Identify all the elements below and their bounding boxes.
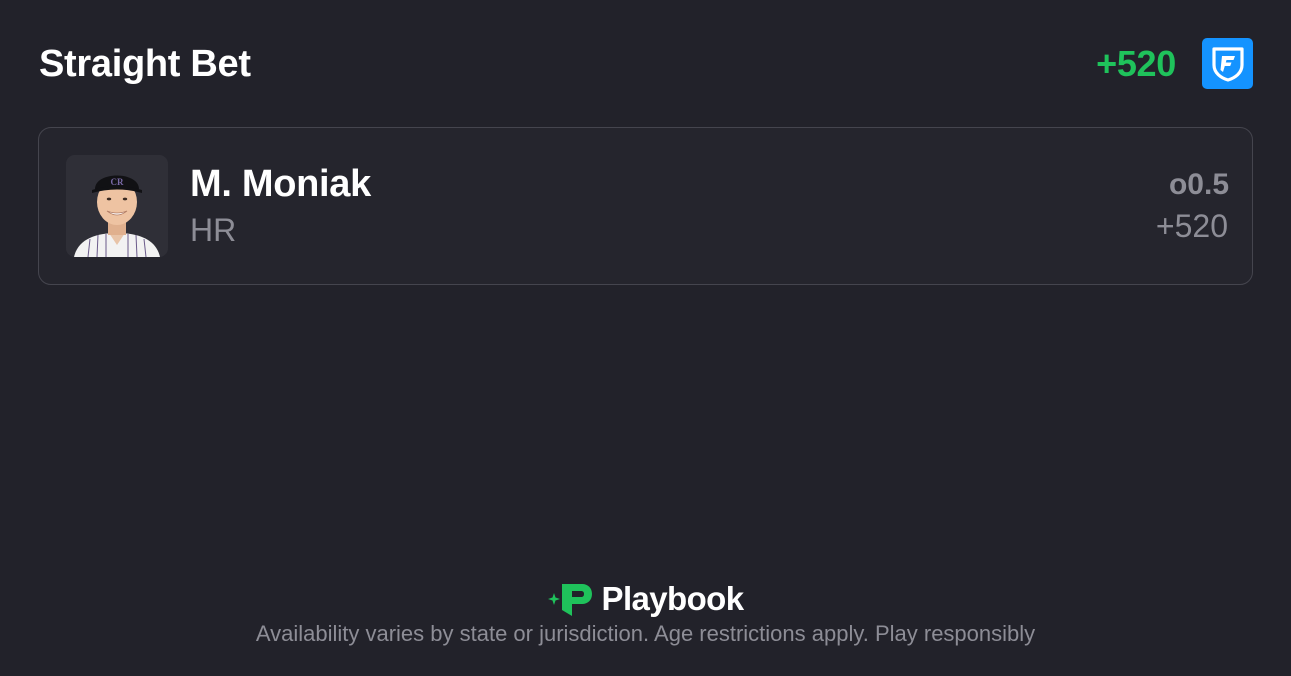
footer: Playbook Availability varies by state or… (0, 578, 1291, 648)
disclaimer: Availability varies by state or jurisdic… (255, 621, 1036, 646)
playbook-logo-icon (547, 584, 592, 616)
market-label: HR (190, 212, 237, 248)
total-odds: +520 (1096, 43, 1176, 84)
brand-name: Playbook (601, 580, 745, 617)
playbook-brand: Playbook (0, 578, 1291, 620)
bet-header: Straight Bet +520 (39, 38, 1253, 90)
bet-type-title: Straight Bet (39, 43, 251, 85)
bet-share-card: Straight Bet +520 CR M. Moniak HR o0.5 +… (0, 0, 1291, 676)
bet-leg-card: CR M. Moniak HR o0.5 +520 (38, 127, 1253, 285)
fanduel-shield-icon (1202, 38, 1253, 89)
svg-text:CR: CR (111, 177, 124, 187)
leg-odds: +520 (1155, 208, 1228, 244)
bet-line: o0.5 (1168, 168, 1229, 201)
player-avatar: CR (66, 155, 168, 257)
player-name: M. Moniak (190, 163, 371, 205)
